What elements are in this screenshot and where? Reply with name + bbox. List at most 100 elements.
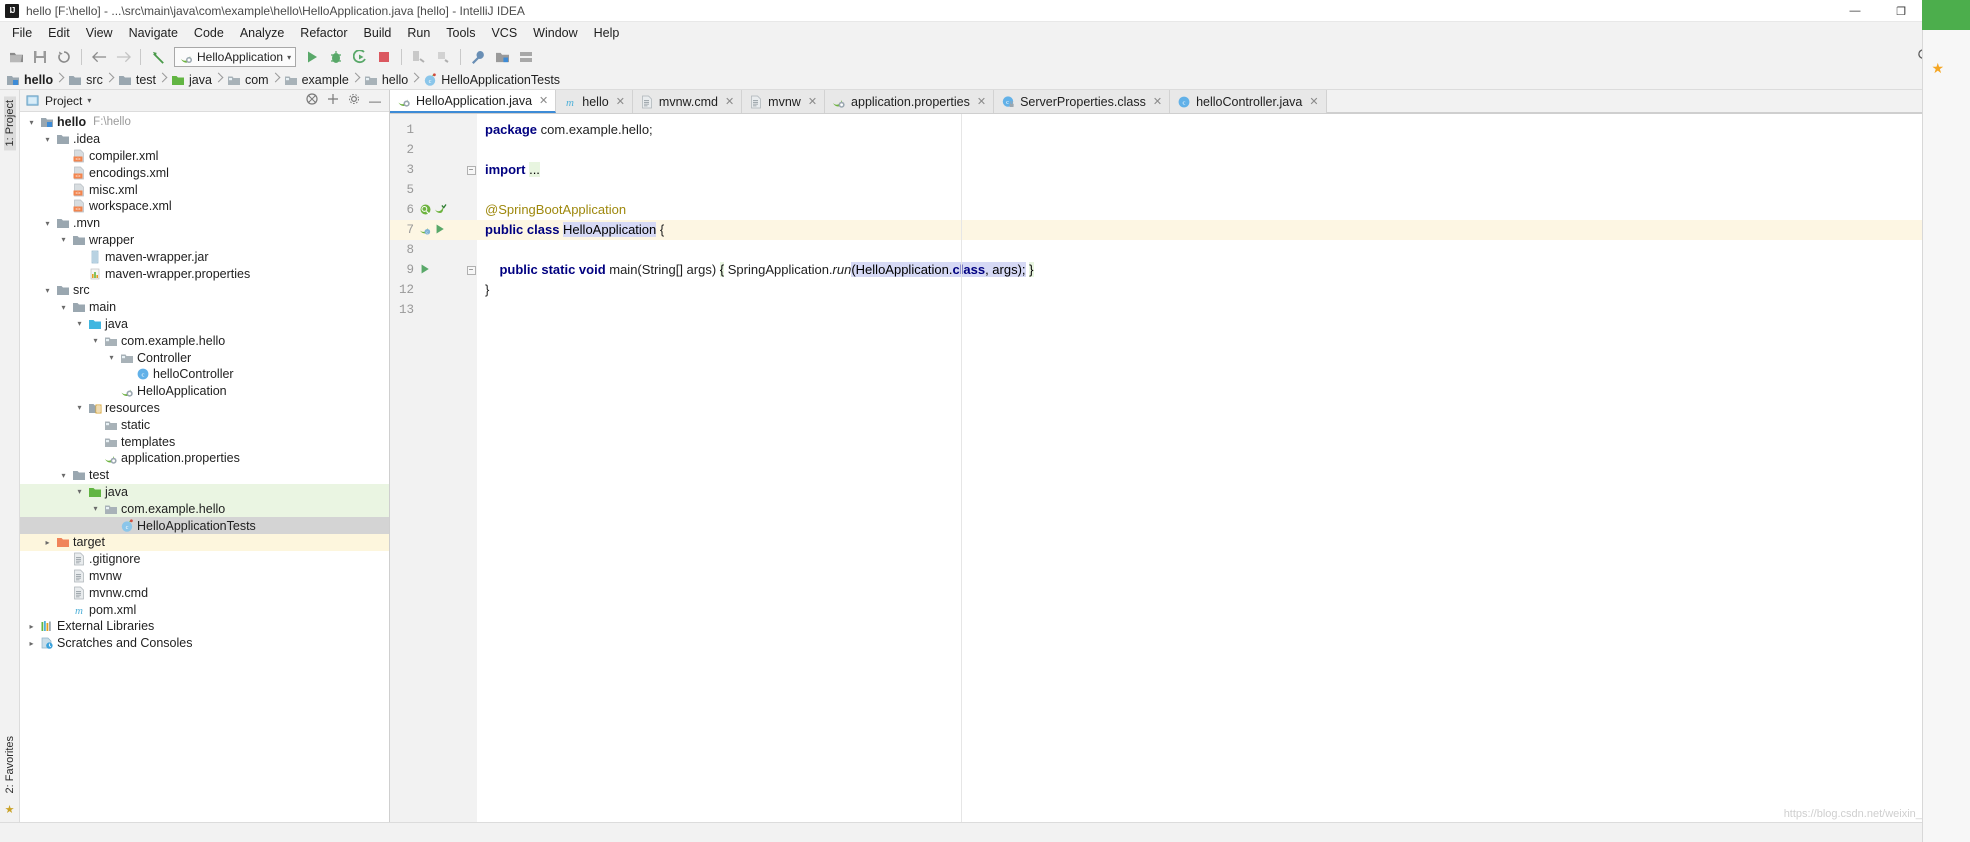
- tree-node-test[interactable]: ▾ test: [20, 467, 389, 484]
- chevron-down-icon[interactable]: ▾: [106, 353, 117, 362]
- run-configuration-selector[interactable]: HelloApplication ▾: [174, 47, 297, 67]
- close-icon[interactable]: ✕: [616, 95, 625, 108]
- tree-node-helloapplication[interactable]: HelloApplication: [20, 383, 389, 400]
- tree-node-maven-wrapper-properties[interactable]: maven-wrapper.properties: [20, 265, 389, 282]
- code-line-5[interactable]: [477, 180, 1950, 200]
- chevron-down-icon[interactable]: ▾: [58, 303, 69, 312]
- breadcrumb-item-test[interactable]: test: [118, 70, 159, 90]
- menu-item-code[interactable]: Code: [186, 24, 232, 42]
- code-line-9[interactable]: public static void main(String[] args) {…: [477, 260, 1950, 280]
- tree-node-external-libraries[interactable]: ▸ External Libraries: [20, 618, 389, 635]
- gutter-marks[interactable]: [419, 203, 448, 217]
- tree-node-resources[interactable]: ▾ resources: [20, 400, 389, 417]
- editor-gutter[interactable]: 1 2 3 5 6 7 c 8 9 12 13: [390, 114, 465, 822]
- tree-node-wrapper[interactable]: ▾ wrapper: [20, 232, 389, 249]
- save-all-icon[interactable]: [29, 46, 51, 68]
- close-icon[interactable]: ✕: [977, 95, 986, 108]
- editor-tab-mvnw[interactable]: mvnw ✕: [742, 90, 826, 113]
- menu-item-analyze[interactable]: Analyze: [232, 24, 292, 42]
- fold-toggle-icon[interactable]: −: [466, 265, 476, 275]
- editor-tab-mvnw-cmd[interactable]: mvnw.cmd ✕: [632, 90, 743, 113]
- chevron-down-icon[interactable]: ▾: [42, 286, 53, 295]
- app-servers-icon[interactable]: [515, 46, 537, 68]
- close-icon[interactable]: ✕: [539, 94, 548, 107]
- breadcrumb-item-helloapplicationtests[interactable]: c HelloApplicationTests: [423, 70, 563, 90]
- editor-tab-serverproperties-class[interactable]: c ServerProperties.class ✕: [994, 90, 1171, 113]
- forward-arrow-icon[interactable]: [112, 46, 134, 68]
- code-line-12[interactable]: }: [477, 280, 1950, 300]
- tree-node-misc-xml[interactable]: <> misc.xml: [20, 181, 389, 198]
- gutter-line-6[interactable]: 6: [390, 200, 465, 220]
- tree-node-java[interactable]: ▾ java: [20, 316, 389, 333]
- chevron-down-icon[interactable]: ▾: [42, 135, 53, 144]
- code-line-3[interactable]: import ...: [477, 160, 1950, 180]
- close-icon[interactable]: ✕: [1309, 95, 1318, 108]
- project-tree[interactable]: ▾ hello F:\hello ▾ .idea <> compiler.xml <> en…: [20, 112, 389, 822]
- tree-node-com-example-hello[interactable]: ▾ com.example.hello: [20, 500, 389, 518]
- collapse-all-icon[interactable]: [304, 93, 320, 108]
- menu-item-build[interactable]: Build: [356, 24, 400, 42]
- tree-node-templates[interactable]: templates: [20, 433, 389, 450]
- menu-item-window[interactable]: Window: [525, 24, 585, 42]
- chevron-right-icon[interactable]: ▸: [42, 538, 53, 547]
- chevron-right-icon[interactable]: ▸: [26, 639, 37, 648]
- build-module-icon[interactable]: [432, 46, 454, 68]
- tree-node-main[interactable]: ▾ main: [20, 299, 389, 316]
- code-line-2[interactable]: [477, 140, 1950, 160]
- chevron-down-icon[interactable]: ▾: [74, 487, 85, 496]
- tree-node-helloapplicationtests[interactable]: c HelloApplicationTests: [20, 517, 389, 534]
- chevron-down-icon[interactable]: ▾: [287, 53, 291, 62]
- menu-item-vcs[interactable]: VCS: [483, 24, 525, 42]
- chevron-right-icon[interactable]: ▸: [26, 622, 37, 631]
- menu-item-navigate[interactable]: Navigate: [121, 24, 186, 42]
- settings-gear-icon[interactable]: [346, 93, 362, 108]
- gutter-line-2[interactable]: 2: [390, 140, 465, 160]
- menu-item-help[interactable]: Help: [586, 24, 628, 42]
- menu-item-view[interactable]: View: [78, 24, 121, 42]
- back-arrow-icon[interactable]: [88, 46, 110, 68]
- tree-node-static[interactable]: static: [20, 416, 389, 433]
- editor-tab-helloapplication-java[interactable]: HelloApplication.java ✕: [390, 90, 557, 113]
- tree-node--gitignore[interactable]: .gitignore: [20, 551, 389, 568]
- tree-node-application-properties[interactable]: application.properties: [20, 450, 389, 467]
- tree-node--mvn[interactable]: ▾ .mvn: [20, 215, 389, 232]
- breadcrumb-item-com[interactable]: com: [227, 70, 272, 90]
- code-editor[interactable]: 1 2 3 5 6 7 c 8 9 12 13 − − package com.example.hel…: [390, 114, 1950, 822]
- editor-tab-hellocontroller-java[interactable]: c helloController.java ✕: [1170, 90, 1327, 113]
- gutter-line-13[interactable]: 13: [390, 300, 465, 320]
- project-structure-icon[interactable]: [491, 46, 513, 68]
- gutter-marks[interactable]: [419, 263, 433, 277]
- breadcrumb-item-hello[interactable]: hello: [364, 70, 411, 90]
- chevron-down-icon[interactable]: ▾: [90, 504, 101, 513]
- tree-node-scratches-and-consoles[interactable]: ▸ Scratches and Consoles: [20, 635, 389, 652]
- fold-marker-line-9[interactable]: −: [465, 260, 477, 280]
- editor-tab-application-properties[interactable]: application.properties ✕: [825, 90, 995, 113]
- tree-node-mvnw-cmd[interactable]: mvnw.cmd: [20, 584, 389, 601]
- breadcrumb-item-src[interactable]: src: [68, 70, 106, 90]
- close-icon[interactable]: ✕: [808, 95, 817, 108]
- tree-node-encodings-xml[interactable]: <> encodings.xml: [20, 164, 389, 181]
- scroll-from-source-icon[interactable]: [325, 93, 341, 108]
- chevron-down-icon[interactable]: ▾: [87, 96, 91, 105]
- debug-icon[interactable]: [325, 46, 347, 68]
- breadcrumb-item-java[interactable]: java: [171, 70, 215, 90]
- code-line-7[interactable]: public class HelloApplication {: [477, 220, 1950, 240]
- menu-item-run[interactable]: Run: [399, 24, 438, 42]
- sync-icon[interactable]: [53, 46, 75, 68]
- maximize-button[interactable]: ❐: [1878, 0, 1924, 22]
- tree-node-com-example-hello[interactable]: ▾ com.example.hello: [20, 332, 389, 349]
- menu-item-file[interactable]: File: [4, 24, 40, 42]
- gutter-line-5[interactable]: 5: [390, 180, 465, 200]
- tree-node-hello[interactable]: ▾ hello F:\hello: [20, 114, 389, 131]
- close-icon[interactable]: ✕: [1153, 95, 1162, 108]
- tree-node-pom-xml[interactable]: m pom.xml: [20, 601, 389, 618]
- breadcrumb-item-example[interactable]: example: [284, 70, 352, 90]
- hide-panel-icon[interactable]: —: [367, 94, 383, 108]
- gutter-line-1[interactable]: 1: [390, 120, 465, 140]
- tree-node-mvnw[interactable]: mvnw: [20, 568, 389, 585]
- gutter-line-7[interactable]: 7c: [390, 220, 465, 240]
- code-content[interactable]: package com.example.hello; import ... @S…: [477, 114, 1950, 822]
- fold-column[interactable]: − −: [465, 114, 477, 822]
- run-coverage-icon[interactable]: [349, 46, 371, 68]
- tree-node--idea[interactable]: ▾ .idea: [20, 131, 389, 148]
